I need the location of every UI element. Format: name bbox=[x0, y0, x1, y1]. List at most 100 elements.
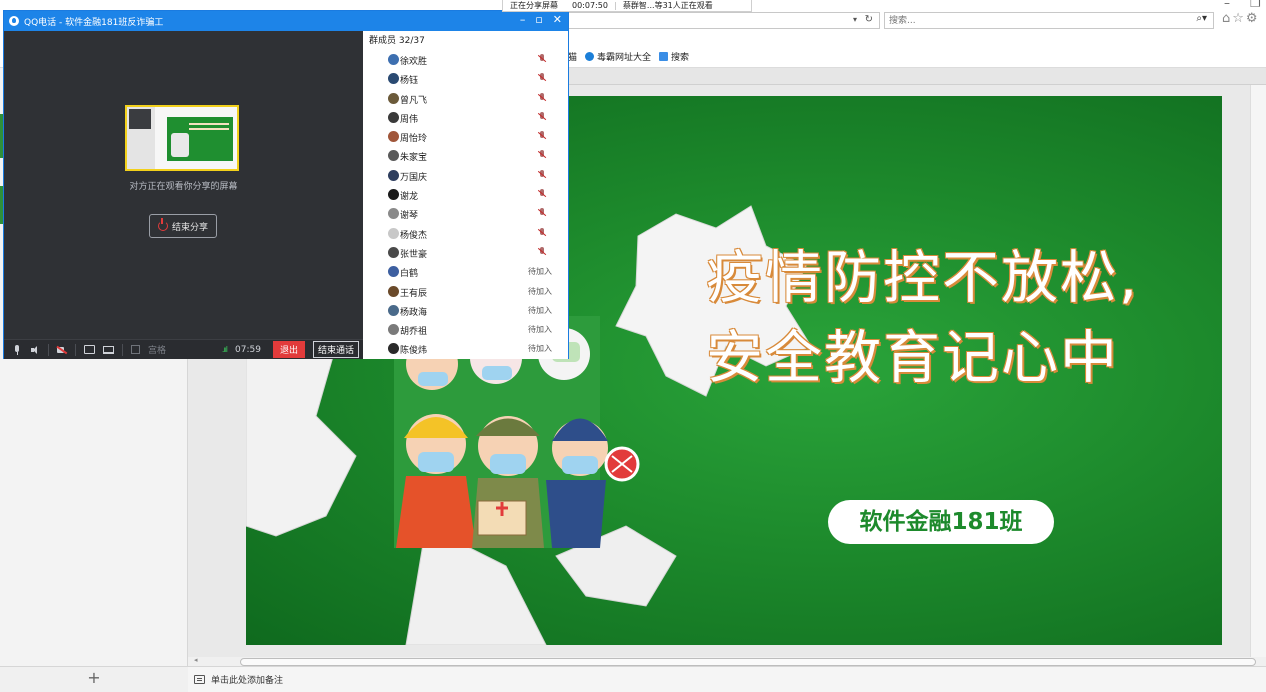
member-item[interactable]: 朱家宝 bbox=[363, 147, 568, 166]
camera-off-icon[interactable] bbox=[57, 345, 67, 355]
grid-view-label[interactable]: 宫格 bbox=[148, 343, 166, 356]
avatar bbox=[388, 304, 399, 316]
mic-muted-icon bbox=[537, 189, 547, 200]
avatar bbox=[388, 150, 399, 162]
member-name: 周怡玲 bbox=[400, 134, 428, 145]
member-name: 万国庆 bbox=[400, 172, 428, 183]
member-item[interactable]: 谢龙 bbox=[363, 186, 568, 205]
member-item[interactable]: 王有辰 待加入 bbox=[363, 283, 568, 302]
waiting-status: 待加入 bbox=[528, 344, 552, 354]
member-name: 白鹤 bbox=[400, 269, 419, 280]
qq-call-toolbar: 宫格 .ııl 07:59 退出 结束通话 bbox=[4, 339, 363, 359]
power-icon bbox=[157, 218, 168, 231]
notes-placeholder[interactable]: 单击此处添加备注 bbox=[211, 673, 283, 686]
browser-window-controls[interactable]: – ❐ bbox=[1204, 0, 1261, 10]
favorites-bar: 猫 毒霸网址大全 搜索 bbox=[568, 50, 689, 63]
add-slide-button[interactable]: + bbox=[0, 666, 188, 692]
scrollbar-thumb[interactable] bbox=[240, 658, 1256, 666]
mic-muted-icon bbox=[537, 227, 547, 239]
restore-icon[interactable]: ❐ bbox=[1250, 0, 1261, 10]
member-panel: 群成员 32/37 徐欢胜 杨钰 曾凡飞 周伟 周怡玲 朱家宝 万国庆 谢龙 谢琴 杨俊杰 张世豪白… bbox=[363, 31, 568, 359]
member-item[interactable]: 徐欢胜 bbox=[363, 51, 568, 70]
member-item[interactable]: 陈俊炜 待加入 bbox=[363, 340, 568, 359]
avatar bbox=[388, 208, 399, 220]
member-item[interactable]: 谢琴 bbox=[363, 205, 568, 224]
waiting-status: 待加入 bbox=[528, 286, 552, 296]
waiting-status: 待加入 bbox=[528, 325, 552, 335]
waiting-status: 待加入 bbox=[528, 305, 552, 315]
favorite-item-3[interactable]: 搜索 bbox=[659, 50, 689, 63]
grid-icon[interactable] bbox=[131, 345, 140, 354]
member-item[interactable]: 杨俊杰 bbox=[363, 225, 568, 244]
share-viewers: 蔡群智...等31人正在观看 bbox=[622, 1, 713, 10]
minimize-icon[interactable]: – bbox=[1224, 0, 1230, 10]
member-item[interactable]: 张世豪 bbox=[363, 244, 568, 263]
member-name: 谢龙 bbox=[400, 192, 419, 203]
close-icon[interactable]: ✕ bbox=[553, 13, 562, 26]
member-item[interactable]: 胡乔祖 待加入 bbox=[363, 321, 568, 340]
exit-button[interactable]: 退出 bbox=[272, 341, 305, 358]
member-name: 谢琴 bbox=[400, 211, 419, 222]
favorite-label-1: 猫 bbox=[568, 53, 578, 63]
scroll-left-icon[interactable]: ◂ bbox=[194, 656, 198, 664]
avatar bbox=[388, 285, 399, 297]
member-name: 周伟 bbox=[400, 114, 419, 125]
screen-share-icon[interactable] bbox=[84, 345, 95, 354]
characters-illustration bbox=[396, 328, 640, 548]
end-call-button[interactable]: 结束通话 bbox=[312, 341, 359, 358]
microphone-icon[interactable] bbox=[12, 344, 22, 355]
members-header: 群成员 32/37 bbox=[369, 36, 425, 46]
member-item[interactable]: 杨钰 bbox=[363, 70, 568, 89]
favorite-item-2[interactable]: 毒霸网址大全 bbox=[585, 50, 651, 63]
qq-window-title: QQ电话 - 软件金融181班反诈骗工 bbox=[24, 17, 164, 28]
mic-muted-icon bbox=[537, 246, 547, 258]
avatar bbox=[388, 227, 399, 239]
avatar bbox=[388, 111, 399, 123]
notes-bar[interactable]: 单击此处添加备注 bbox=[188, 666, 1266, 692]
member-item[interactable]: 白鹤 待加入 bbox=[363, 263, 568, 282]
maximize-icon[interactable]: ▫ bbox=[535, 13, 542, 26]
member-item[interactable]: 曾凡飞 bbox=[363, 90, 568, 109]
member-item[interactable]: 周怡玲 bbox=[363, 128, 568, 147]
qq-title-bar[interactable]: QQ电话 - 软件金融181班反诈骗工 – ▫ ✕ bbox=[4, 11, 568, 31]
address-dropdown-icon[interactable]: ▾ bbox=[853, 15, 857, 24]
favorite-item-1[interactable]: 猫 bbox=[568, 50, 577, 63]
member-name: 陈俊炜 bbox=[400, 346, 428, 357]
screen-share-indicator[interactable]: 正在分享屏幕 00:07:50 蔡群智...等31人正在观看 bbox=[502, 0, 752, 12]
qq-logo-icon bbox=[9, 16, 19, 26]
favorite-label-3: 搜索 bbox=[671, 53, 690, 63]
mic-muted-icon bbox=[537, 131, 547, 142]
browser-toolbar-icons[interactable]: ⌂☆⚙ bbox=[1222, 11, 1260, 26]
minimize-icon[interactable]: – bbox=[520, 13, 526, 26]
waiting-status: 待加入 bbox=[528, 267, 552, 277]
avatar bbox=[388, 343, 399, 355]
mic-muted-icon bbox=[537, 73, 547, 84]
divider bbox=[75, 343, 76, 356]
search-icon[interactable]: ⌕▾ bbox=[1196, 13, 1207, 24]
member-item[interactable]: 万国庆 bbox=[363, 167, 568, 186]
slide-title: 疫情防控不放松, 安全教育记心中 bbox=[706, 238, 1216, 398]
avatar bbox=[388, 266, 399, 278]
member-item[interactable]: 周伟 bbox=[363, 109, 568, 128]
search-input[interactable] bbox=[885, 13, 1165, 28]
mic-muted-icon bbox=[537, 92, 547, 104]
speaker-icon[interactable] bbox=[30, 345, 40, 355]
avatar bbox=[388, 246, 399, 258]
avatar bbox=[388, 54, 399, 65]
member-item[interactable]: 杨政海 待加入 bbox=[363, 302, 568, 321]
member-name: 王有辰 bbox=[400, 288, 428, 299]
refresh-icon[interactable]: ↻ bbox=[865, 14, 873, 25]
ie-icon bbox=[585, 52, 595, 61]
shared-screen-preview[interactable] bbox=[125, 105, 239, 171]
search-box[interactable]: ⌕▾ bbox=[884, 12, 1214, 29]
member-name: 朱家宝 bbox=[400, 153, 428, 164]
vertical-scrollbar[interactable] bbox=[1250, 85, 1266, 657]
avatar bbox=[388, 189, 399, 201]
address-bar[interactable]: ▾ ↻ bbox=[568, 12, 880, 29]
mic-muted-icon bbox=[537, 111, 547, 123]
preview-slide-picture bbox=[171, 133, 189, 157]
member-name: 胡乔祖 bbox=[400, 327, 428, 338]
presentation-icon[interactable] bbox=[103, 345, 114, 354]
divider bbox=[122, 343, 123, 356]
end-share-button[interactable]: 结束分享 bbox=[149, 214, 217, 238]
